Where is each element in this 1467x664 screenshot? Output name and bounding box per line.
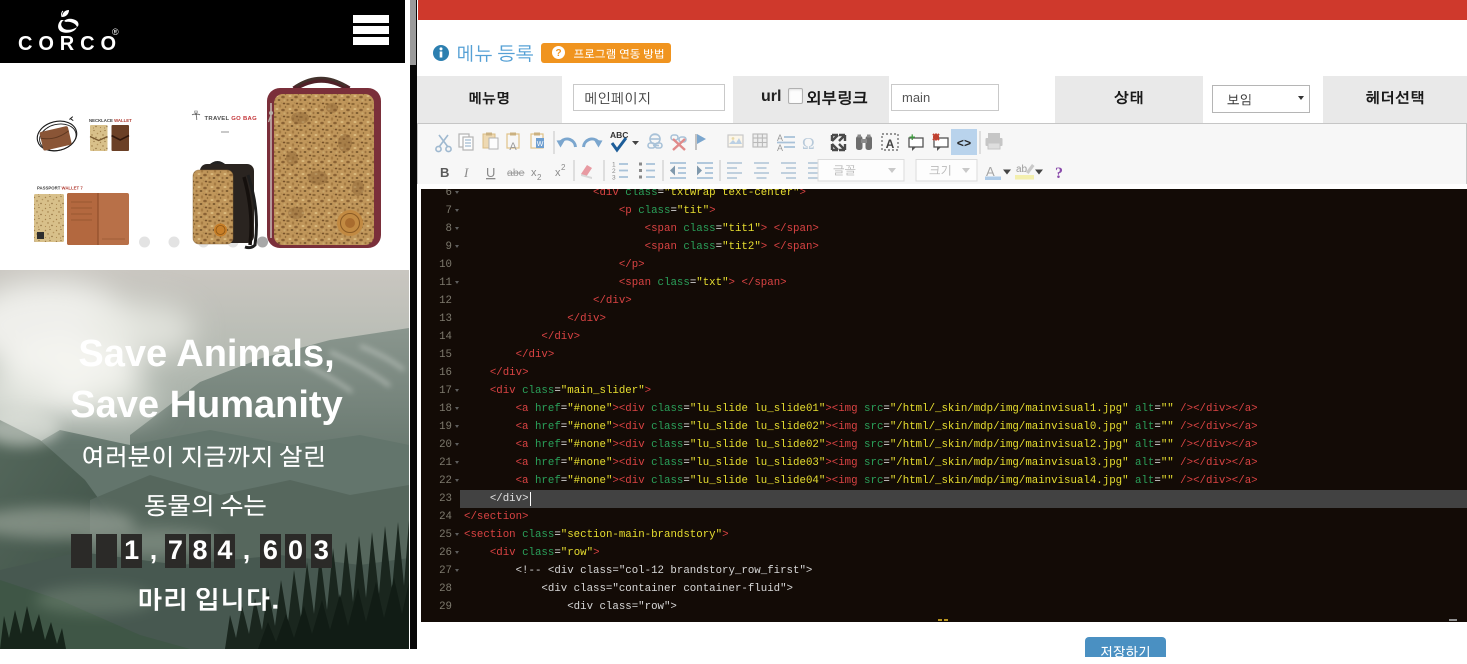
svg-text:3: 3 — [612, 175, 616, 182]
svg-text:TRAVEL GO BAG: TRAVEL GO BAG — [205, 116, 258, 122]
svg-text:A: A — [777, 133, 783, 143]
svg-text:NECKLACE WALLET: NECKLACE WALLET — [89, 118, 132, 123]
svg-text:A: A — [777, 143, 783, 153]
svg-text:I: I — [463, 165, 469, 180]
svg-text:2: 2 — [537, 173, 542, 182]
svg-text:W: W — [537, 141, 544, 148]
svg-text:ab: ab — [1016, 164, 1028, 175]
svg-text:?: ? — [1055, 165, 1063, 182]
svg-text:U: U — [486, 165, 495, 180]
svg-text:A: A — [509, 141, 517, 153]
svg-text:Ω: Ω — [802, 134, 815, 153]
svg-text:?: ? — [555, 48, 561, 59]
svg-text:abe: abe — [507, 167, 525, 179]
svg-text:2: 2 — [561, 163, 566, 172]
svg-text:+: + — [909, 132, 915, 144]
svg-text:PASSPORT WALLET 7: PASSPORT WALLET 7 — [37, 186, 83, 191]
svg-text:<>: <> — [957, 137, 971, 151]
svg-text:A: A — [886, 137, 895, 151]
svg-text:B: B — [440, 165, 449, 180]
